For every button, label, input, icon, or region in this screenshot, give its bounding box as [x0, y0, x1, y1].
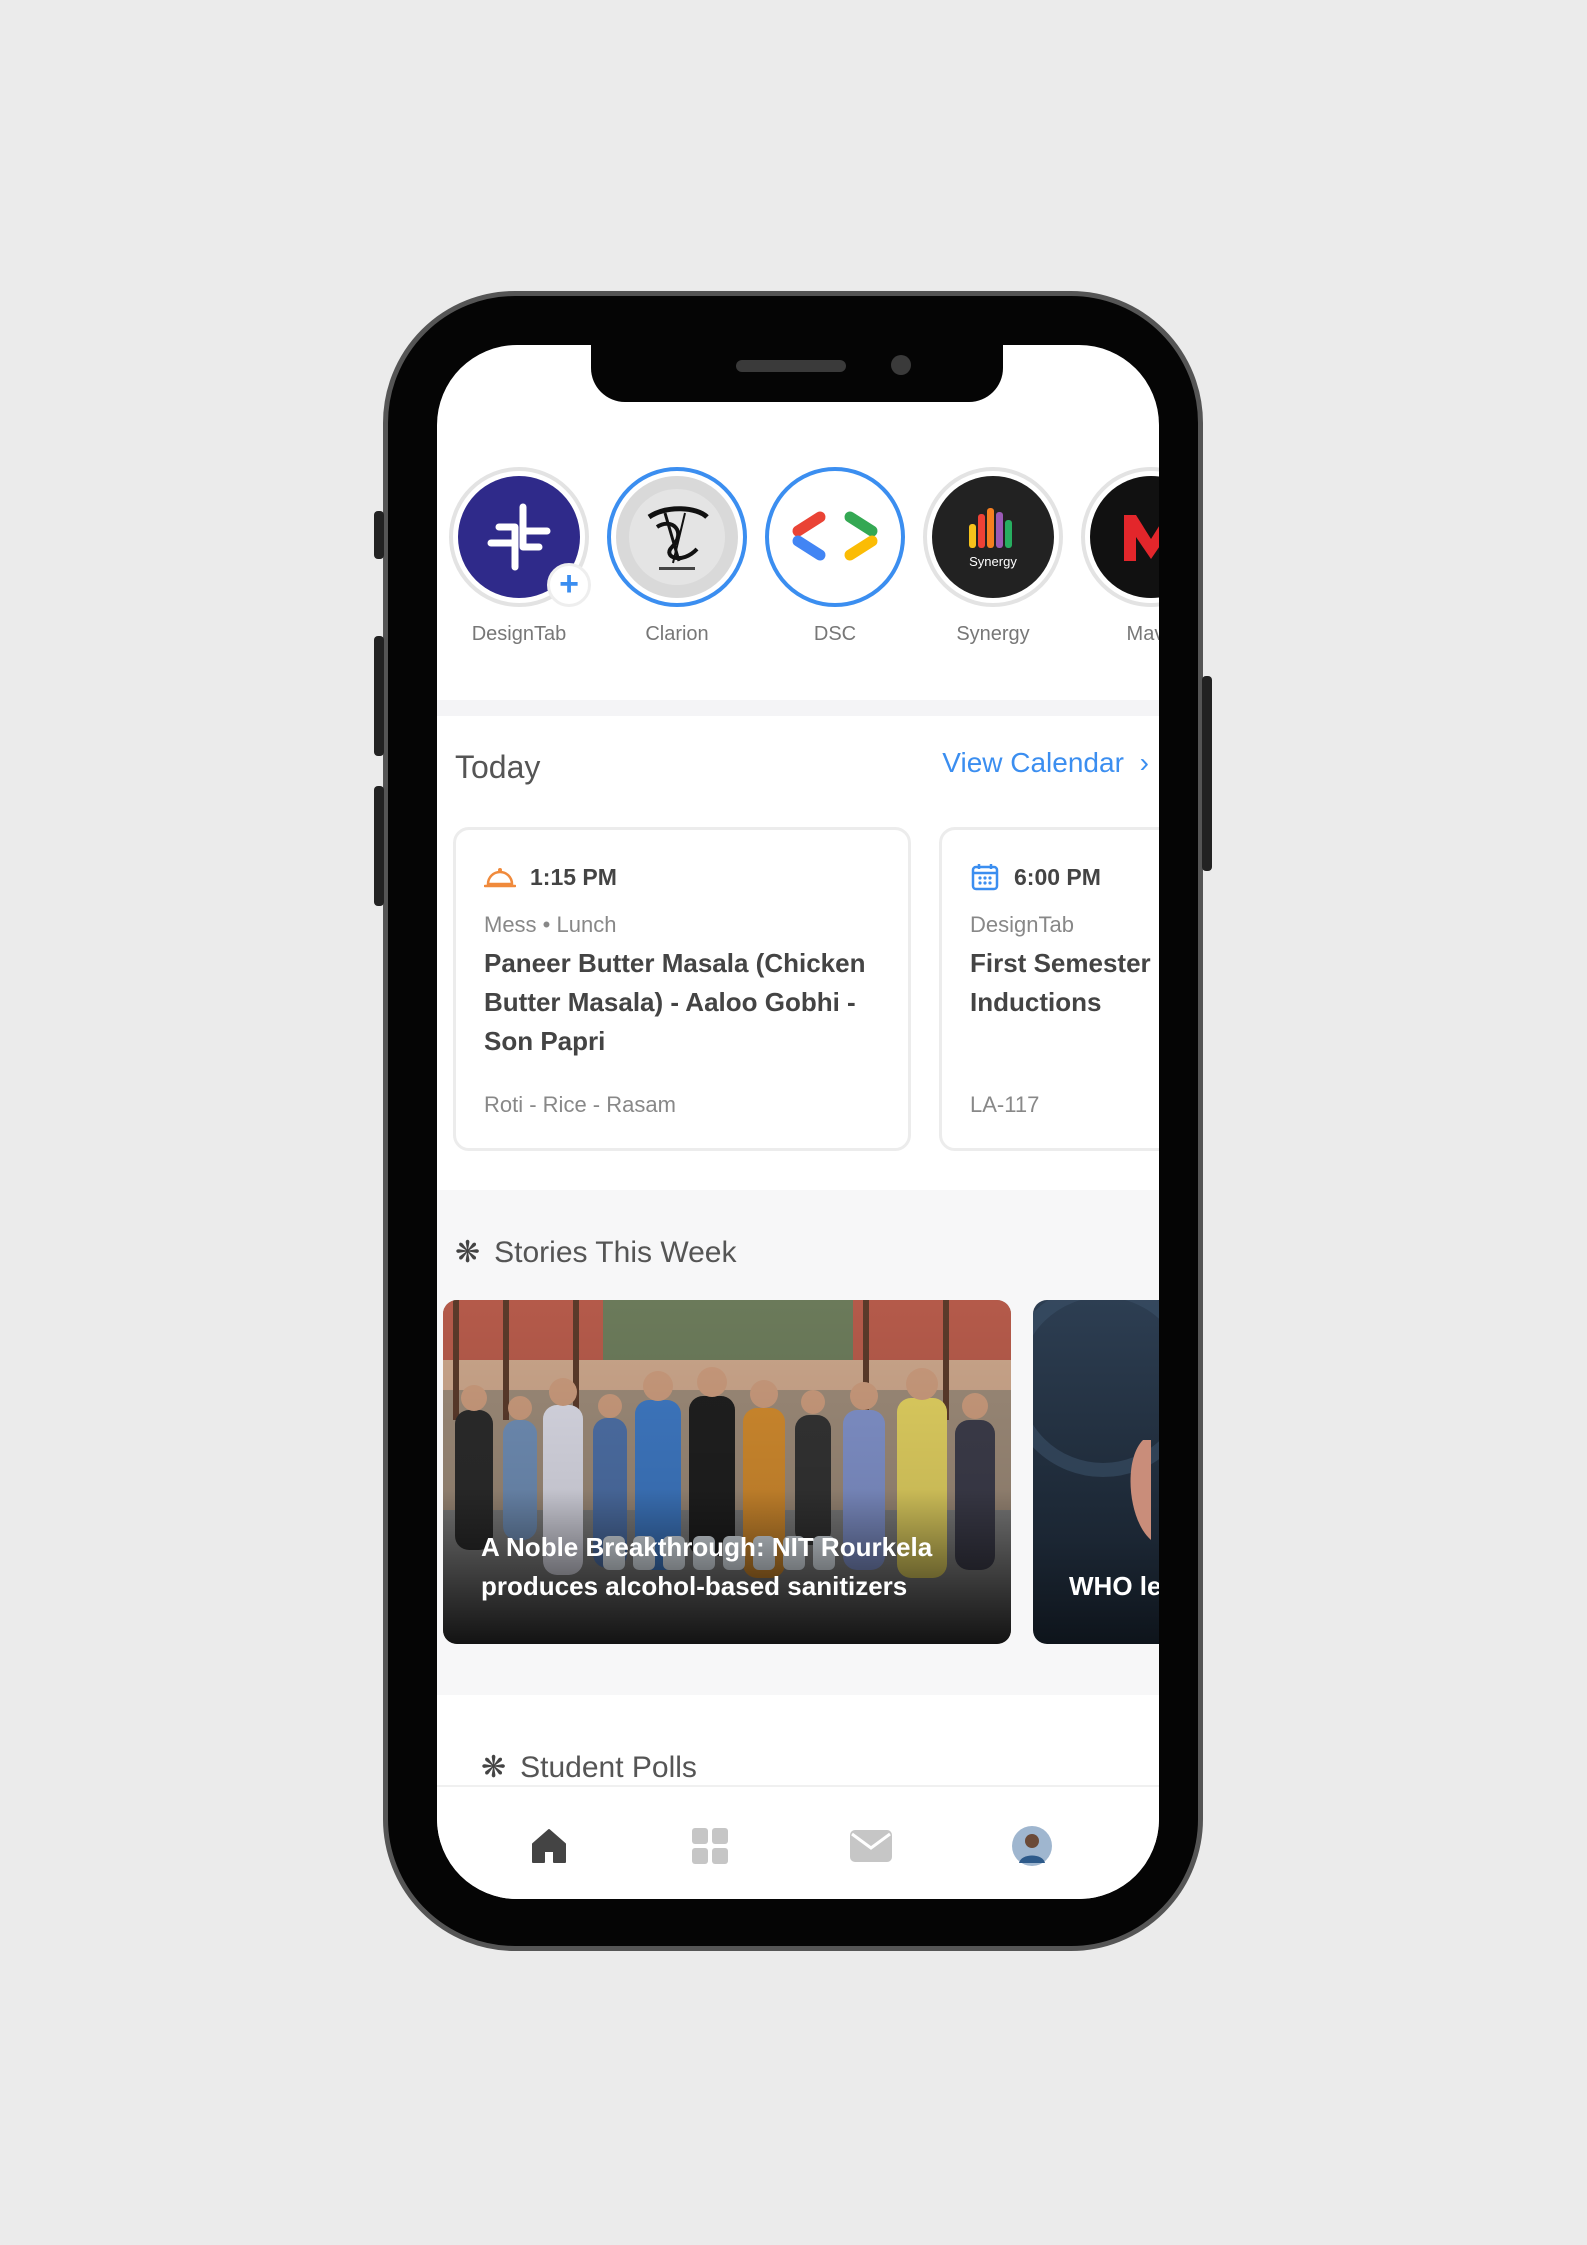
polls-heading: ❋ Student Polls: [481, 1750, 697, 1785]
event-category: DesignTab: [970, 912, 1074, 937]
club-ring[interactable]: [1081, 467, 1159, 607]
event-category: Mess • Lunch: [484, 912, 617, 937]
club-ring[interactable]: [607, 467, 747, 607]
stories-heading-label: Stories This Week: [494, 1235, 737, 1269]
sparkle-icon: ❋: [455, 1236, 481, 1269]
club-maven[interactable]: Mave: [1079, 467, 1159, 646]
club-ring[interactable]: Synergy: [923, 467, 1063, 607]
silent-switch: [374, 511, 384, 559]
tab-profile[interactable]: [1009, 1823, 1055, 1869]
event-title: First Semester Inductions: [970, 948, 1151, 1017]
story-title: A Noble Breakthrough: NIT Rourkela produ…: [481, 1532, 933, 1601]
club-designtab[interactable]: + DesignTab: [447, 467, 591, 646]
mail-icon: [850, 1830, 892, 1862]
dsc-logo-icon: [774, 476, 896, 598]
bottom-tab-bar: [437, 1785, 1159, 1899]
tab-home[interactable]: [526, 1823, 572, 1869]
club-ring[interactable]: [765, 467, 905, 607]
home-icon: [532, 1829, 566, 1863]
tab-explore[interactable]: [687, 1823, 733, 1869]
sparkle-icon: ❋: [481, 1751, 507, 1784]
club-ring[interactable]: +: [449, 467, 591, 607]
story-title: WHO le: [1069, 1571, 1159, 1601]
synergy-logo-icon: Synergy: [932, 476, 1054, 598]
event-card[interactable]: 6:00 PM DesignTab First Semester Inducti…: [939, 827, 1159, 1151]
event-subtitle: Roti - Rice - Rasam: [484, 1092, 676, 1117]
club-clarion[interactable]: Clarion: [605, 467, 749, 646]
event-title: Paneer Butter Masala (Chicken Butter Mas…: [484, 948, 866, 1056]
synergy-logo-text: Synergy: [969, 553, 1017, 569]
app-screen: Your Feed + DesignTab: [437, 345, 1159, 1899]
event-subtitle: LA-117: [970, 1092, 1040, 1117]
club-label: Clarion: [645, 623, 709, 645]
front-camera: [891, 355, 911, 375]
speaker: [736, 360, 846, 372]
event-card[interactable]: 1:15 PM Mess • Lunch Paneer Butter Masal…: [453, 827, 911, 1151]
profile-avatar: [1012, 1826, 1052, 1866]
polls-heading-label: Student Polls: [520, 1750, 697, 1784]
grid-icon: [692, 1828, 728, 1864]
event-time-row: 6:00 PM: [970, 860, 1159, 894]
today-heading: Today: [455, 749, 541, 785]
add-story-plus-icon[interactable]: +: [547, 563, 591, 607]
volume-up-button: [374, 636, 384, 756]
notch: [591, 345, 1003, 402]
calendar-icon: [971, 864, 999, 891]
club-dsc[interactable]: DSC: [763, 467, 907, 646]
story-card[interactable]: WHO le: [1033, 1300, 1159, 1644]
phone-frame: Your Feed + DesignTab: [374, 291, 1212, 1951]
section-divider: [437, 700, 1159, 716]
story-card[interactable]: A Noble Breakthrough: NIT Rourkela produ…: [443, 1300, 1011, 1644]
view-calendar-label: View Calendar: [942, 747, 1124, 778]
club-label: DSC: [813, 623, 857, 645]
stories-heading: ❋ Stories This Week: [455, 1235, 736, 1270]
cloche-icon: [484, 868, 516, 888]
clubs-row[interactable]: + DesignTab Clarion DSC Synergy Synergy …: [447, 467, 1159, 645]
club-label: Mave: [1126, 623, 1159, 645]
club-label: Synergy: [956, 623, 1030, 645]
chevron-right-icon: ›: [1139, 747, 1149, 778]
maven-logo-icon: [1090, 476, 1159, 598]
event-time-row: 1:15 PM: [484, 860, 880, 894]
event-time: 1:15 PM: [530, 863, 617, 890]
club-synergy[interactable]: Synergy Synergy: [921, 467, 1065, 646]
club-label: DesignTab: [471, 623, 567, 645]
event-time: 6:00 PM: [1014, 863, 1101, 890]
volume-down-button: [374, 786, 384, 906]
clarion-logo-icon: [616, 476, 738, 598]
tab-messages[interactable]: [848, 1823, 894, 1869]
view-calendar-link[interactable]: View Calendar ›: [942, 747, 1149, 779]
power-button: [1202, 676, 1212, 871]
